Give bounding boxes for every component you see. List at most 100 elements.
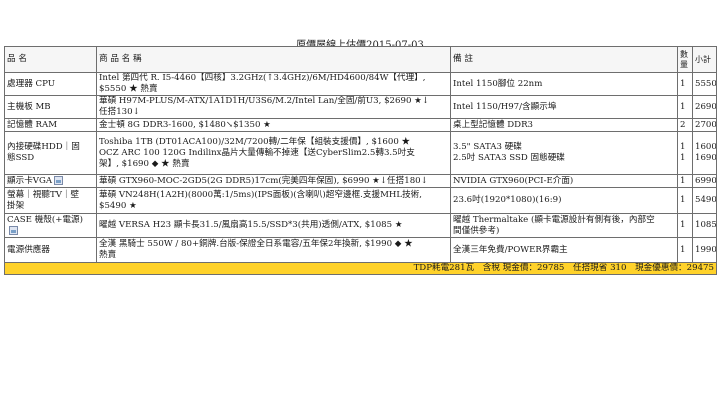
row-category: 主機板 MB [4, 95, 97, 119]
row-qty: 1 1 [677, 131, 693, 175]
header-subtotal: 小計 [692, 46, 717, 73]
table-row: 電源供應器 全漢 黑騎士 550W / 80+銅牌.台版-保證全日系電容/五年保… [4, 237, 717, 263]
subtotal-value: 1085 [695, 220, 717, 230]
row-qty: 1 [677, 174, 693, 188]
row-qty: 1 [677, 95, 693, 119]
qty-value: 1 [680, 153, 686, 163]
qty-value: 1 [680, 101, 686, 112]
header-product: 商 品 名 稱 [96, 46, 451, 73]
subtotal-value: 1690 [695, 153, 717, 163]
row-qty: 1 [677, 72, 693, 96]
row-note: 23.6吋(1920*1080)(16:9) [450, 187, 678, 214]
product-line: $5550 ★ 熱賣 [99, 84, 158, 94]
product-line: Toshiba 1TB (DT01ACA100)/32M/7200轉/二年保【組… [99, 136, 411, 147]
row-product: 華碩 VN248H(1A2H)(8000萬:1/5ms)(IPS面板)(含喇叭)… [96, 187, 451, 214]
product-line: 華碩 VN248H(1A2H)(8000萬:1/5ms)(IPS面板)(含喇叭)… [99, 189, 422, 200]
header-qty: 數量 [677, 46, 693, 73]
row-note: Intel 1150腳位 22nm [450, 72, 678, 96]
table-row: 內接硬碟HDD｜固 態SSD Toshiba 1TB (DT01ACA100)/… [4, 131, 717, 175]
note-line: NVIDIA GTX960(PCI-E介面) [453, 175, 574, 186]
product-line: 任搭130↓ [99, 107, 140, 117]
note-line: Intel 1150/H97/含顯示埠 [453, 101, 557, 112]
row-qty: 1 [677, 187, 693, 214]
category-label: CASE 機殼(+電源) [7, 214, 83, 225]
category-label: 顯示卡VGA [7, 175, 53, 186]
table-row: 主機板 MB 華碩 H97M-PLUS/M-ATX/1A1D1H/U3S6/M.… [4, 95, 717, 119]
row-subtotal: 6990 [692, 174, 717, 188]
row-category: 記憶體 RAM [4, 118, 97, 132]
note-line: 曜越 Thermaltake (顯卡電源設計有側有後，內部空 [453, 214, 655, 225]
note-line: 間僅供參考) [453, 225, 500, 236]
subtotal-value: 2690 [695, 101, 717, 112]
table-header-row: 品 名 商 品 名 稱 備 註 數量 小計 [4, 46, 717, 73]
row-category: 處理器 CPU [4, 72, 97, 96]
product-line: Intel 第四代 R. I5-4460【四核】3.2GHz(↑3.4GHz)/… [99, 73, 426, 84]
table-row: CASE 機殼(+電源) 曜越 VERSA H23 顯卡長31.5/風扇高15.… [4, 213, 717, 238]
subtotal-value: 2700 [695, 119, 717, 130]
row-product: 曜越 VERSA H23 顯卡長31.5/風扇高15.5/SSD*3(共用)透側… [96, 213, 451, 238]
qty-value: 1 [680, 195, 686, 205]
row-category: CASE 機殼(+電源) [4, 213, 97, 238]
product-line: 曜越 VERSA H23 顯卡長31.5/風扇高15.5/SSD*3(共用)透側… [99, 220, 403, 230]
quote-table: 品 名 商 品 名 稱 備 註 數量 小計 處理器 CPU Intel 第四代 … [4, 46, 717, 275]
product-line: 熱賣 [99, 250, 117, 260]
row-product: 華碩 H97M-PLUS/M-ATX/1A1D1H/U3S6/M.2/Intel… [96, 95, 451, 119]
row-subtotal: 2700 [692, 118, 717, 132]
row-qty: 1 [677, 237, 693, 263]
row-subtotal: 1600 1690 [692, 131, 717, 175]
header-note: 備 註 [450, 46, 678, 73]
note-line: 23.6吋(1920*1080)(16:9) [453, 195, 562, 205]
row-qty: 1 [677, 213, 693, 238]
row-note: 全漢三年免費/POWER界霸主 [450, 237, 678, 263]
total-summary: TDP耗電281瓦 含稅 現金價：29785 任搭現省 310 現金優惠價：29… [4, 262, 717, 275]
table-row: 顯示卡VGA 華碩 GTX960-MOC-2GD5(2G DDR5)17cm(完… [4, 174, 717, 188]
qty-value: 1 [680, 220, 686, 230]
row-product: 華碩 GTX960-MOC-2GD5(2G DDR5)17cm(完美四年保固),… [96, 174, 451, 188]
broken-image-icon [9, 225, 18, 235]
note-line: 2.5吋 SATA3 SSD 固態硬碟 [453, 153, 565, 163]
product-line: OCZ ARC 100 120G Indilinx晶片大量傳輸不掉速【送Cybe… [99, 147, 415, 158]
total-row: TDP耗電281瓦 含稅 現金價：29785 任搭現省 310 現金優惠價：29… [4, 262, 717, 275]
subtotal-value: 6990 [695, 175, 717, 186]
product-line: $5490 ★ [99, 200, 137, 211]
row-note: 曜越 Thermaltake (顯卡電源設計有側有後，內部空 間僅供參考) [450, 213, 678, 238]
qty-value: 1 [680, 244, 686, 255]
row-subtotal: 2690 [692, 95, 717, 119]
row-qty: 2 [677, 118, 693, 132]
qty-value: 1 [680, 175, 686, 186]
product-line: 華碩 H97M-PLUS/M-ATX/1A1D1H/U3S6/M.2/Intel… [99, 96, 430, 107]
table-row: 螢幕｜視聽TV｜壁 掛架 華碩 VN248H(1A2H)(8000萬:1/5ms… [4, 187, 717, 214]
row-category: 內接硬碟HDD｜固 態SSD [4, 131, 97, 175]
product-line: 架】, $1690 ◆ ★ 熱賣 [99, 158, 190, 169]
product-line: 金士頓 8G DDR3-1600, $1480↘$1350 ★ [99, 119, 271, 130]
qty-value: 2 [680, 119, 686, 130]
broken-image-icon [54, 175, 64, 185]
subtotal-value: 1600 [695, 142, 717, 152]
note-line: 3.5" SATA3 硬碟 [453, 142, 522, 152]
row-product: 全漢 黑騎士 550W / 80+銅牌.台版-保證全日系電容/五年保2年換新, … [96, 237, 451, 263]
note-line: Intel 1150腳位 22nm [453, 78, 543, 89]
category-line: 態SSD [7, 153, 35, 163]
row-category: 顯示卡VGA [4, 174, 97, 188]
row-note: NVIDIA GTX960(PCI-E介面) [450, 174, 678, 188]
subtotal-value: 5550 [695, 78, 717, 89]
note-line: 全漢三年免費/POWER界霸主 [453, 244, 568, 255]
category-line: 內接硬碟HDD｜固 [7, 142, 80, 152]
header-category: 品 名 [4, 46, 97, 73]
category-line: 掛架 [7, 200, 25, 211]
category-line: 螢幕｜視聽TV｜壁 [7, 189, 80, 200]
product-line: 全漢 黑騎士 550W / 80+銅牌.台版-保證全日系電容/五年保2年換新, … [99, 239, 413, 249]
row-product: Toshiba 1TB (DT01ACA100)/32M/7200轉/二年保【組… [96, 131, 451, 175]
table-row: 處理器 CPU Intel 第四代 R. I5-4460【四核】3.2GHz(↑… [4, 72, 717, 96]
subtotal-value: 5490 [695, 195, 717, 205]
row-product: Intel 第四代 R. I5-4460【四核】3.2GHz(↑3.4GHz)/… [96, 72, 451, 96]
row-note: 桌上型記憶體 DDR3 [450, 118, 678, 132]
row-subtotal: 1990 [692, 237, 717, 263]
row-subtotal: 1085 [692, 213, 717, 238]
subtotal-value: 1990 [695, 244, 717, 255]
qty-value: 1 [680, 78, 686, 89]
note-line: 桌上型記憶體 DDR3 [453, 119, 534, 130]
table-row: 記憶體 RAM 金士頓 8G DDR3-1600, $1480↘$1350 ★ … [4, 118, 717, 132]
product-line: 華碩 GTX960-MOC-2GD5(2G DDR5)17cm(完美四年保固),… [99, 175, 428, 186]
row-subtotal: 5550 [692, 72, 717, 96]
